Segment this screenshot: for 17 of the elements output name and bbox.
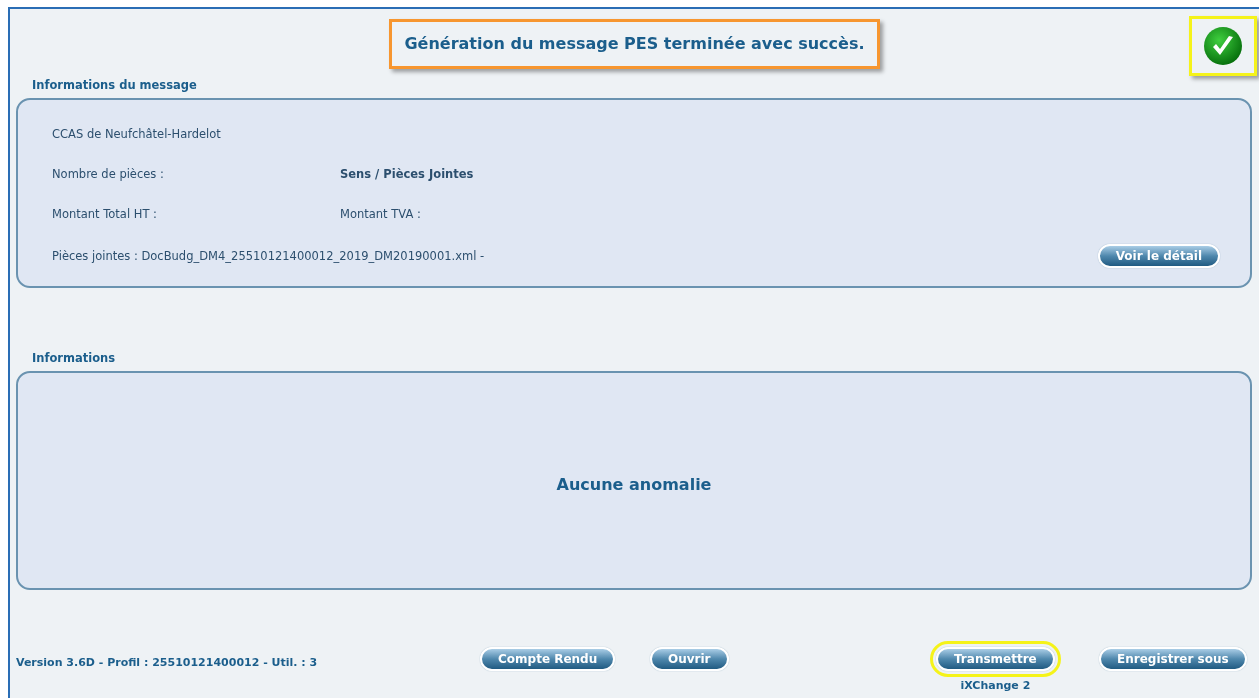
status-message: Aucune anomalie — [556, 474, 712, 496]
success-message: Génération du message PES terminée avec succès. — [389, 19, 880, 69]
column-heading: Sens / Pièces Jointes — [340, 166, 474, 184]
detail-button[interactable]: Voir le détail — [1097, 244, 1220, 269]
action-button[interactable]: Ouvrir — [650, 646, 729, 671]
field-label: Montant TVA : — [340, 206, 421, 224]
action-button[interactable]: Compte Rendu — [480, 646, 616, 671]
button-caption: iXChange 2 — [960, 677, 1031, 694]
checkmark-icon — [1203, 26, 1243, 66]
action-button[interactable]: Enregistrer sous — [1099, 646, 1247, 671]
field-label: Montant Total HT : — [52, 206, 158, 224]
version-text: Version 3.6D - Profil : 25510121400012 - Util. : 3 — [16, 654, 318, 671]
section-title: Informations du message — [32, 77, 198, 94]
organisation-name: CCAS de Neufchâtel-Hardelot — [52, 126, 222, 144]
field-label: Nombre de pièces : — [52, 166, 165, 184]
section-title: Informations — [32, 350, 117, 368]
attachments-text: Pièces jointes : DocBudg_DM4_25510121400012_2019_DM20190001.xml - — [52, 247, 485, 265]
